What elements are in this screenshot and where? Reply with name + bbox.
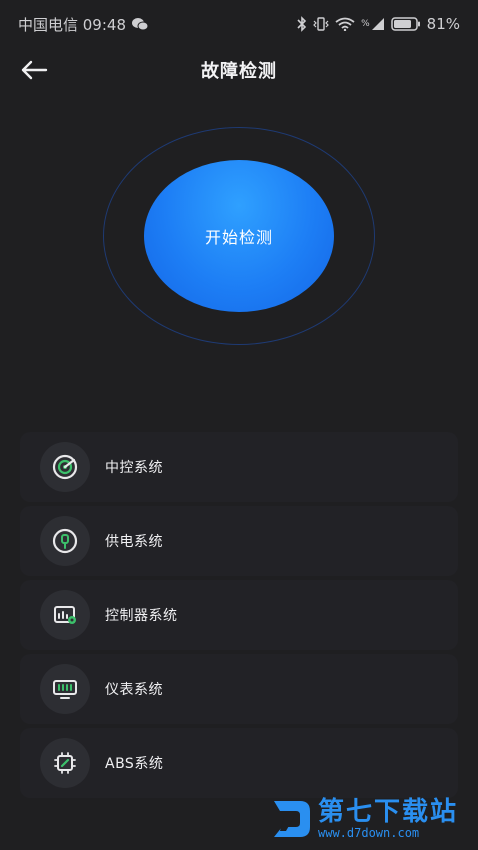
cellular-signal-icon: %	[361, 17, 385, 31]
status-bar: 中国电信 09:48 % 81%	[0, 0, 478, 48]
chip-icon	[40, 738, 90, 788]
system-item-label: 仪表系统	[105, 682, 163, 698]
detect-zone: 开始检测	[103, 127, 375, 345]
battery-percent: 81%	[426, 15, 460, 33]
back-button[interactable]	[18, 54, 50, 86]
watermark-logo-icon	[274, 801, 310, 837]
system-item-controller[interactable]: 控制器系统	[20, 580, 458, 650]
page-title: 故障检测	[201, 61, 277, 82]
start-detect-button[interactable]: 开始检测	[144, 160, 334, 312]
arrow-left-icon	[21, 60, 48, 80]
system-item-label: ABS系统	[105, 756, 164, 772]
vibrate-icon	[313, 17, 329, 31]
carrier-time: 中国电信 09:48	[18, 15, 126, 34]
watermark-text: 第七下载站 www.d7down.com	[318, 798, 458, 840]
signal-label: %	[361, 19, 370, 29]
system-item-dashboard[interactable]: 仪表系统	[20, 654, 458, 724]
battery-icon	[390, 17, 421, 31]
radar-icon	[40, 442, 90, 492]
watermark-name: 第七下载站	[318, 797, 459, 827]
system-list: 中控系统 供电系统 控制器系统 仪表系统 ABS系统	[20, 432, 458, 802]
system-item-label: 控制器系统	[105, 608, 178, 624]
status-left: 中国电信 09:48	[18, 14, 148, 35]
bluetooth-icon	[297, 16, 307, 32]
system-item-power-supply[interactable]: 供电系统	[20, 506, 458, 576]
wechat-icon	[132, 17, 148, 31]
plug-icon	[40, 516, 90, 566]
watermark-url: www.d7down.com	[318, 826, 420, 840]
status-right: % 81%	[297, 15, 460, 33]
watermark: 第七下载站 www.d7down.com	[270, 794, 470, 844]
system-item-label: 供电系统	[105, 534, 163, 550]
dashboard-icon	[40, 664, 90, 714]
wifi-icon	[335, 17, 355, 31]
controller-icon	[40, 590, 90, 640]
system-item-central-control[interactable]: 中控系统	[20, 432, 458, 502]
system-item-abs[interactable]: ABS系统	[20, 728, 458, 798]
system-item-label: 中控系统	[105, 460, 163, 476]
header: 故障检测	[0, 48, 478, 92]
start-detect-label: 开始检测	[204, 228, 273, 247]
